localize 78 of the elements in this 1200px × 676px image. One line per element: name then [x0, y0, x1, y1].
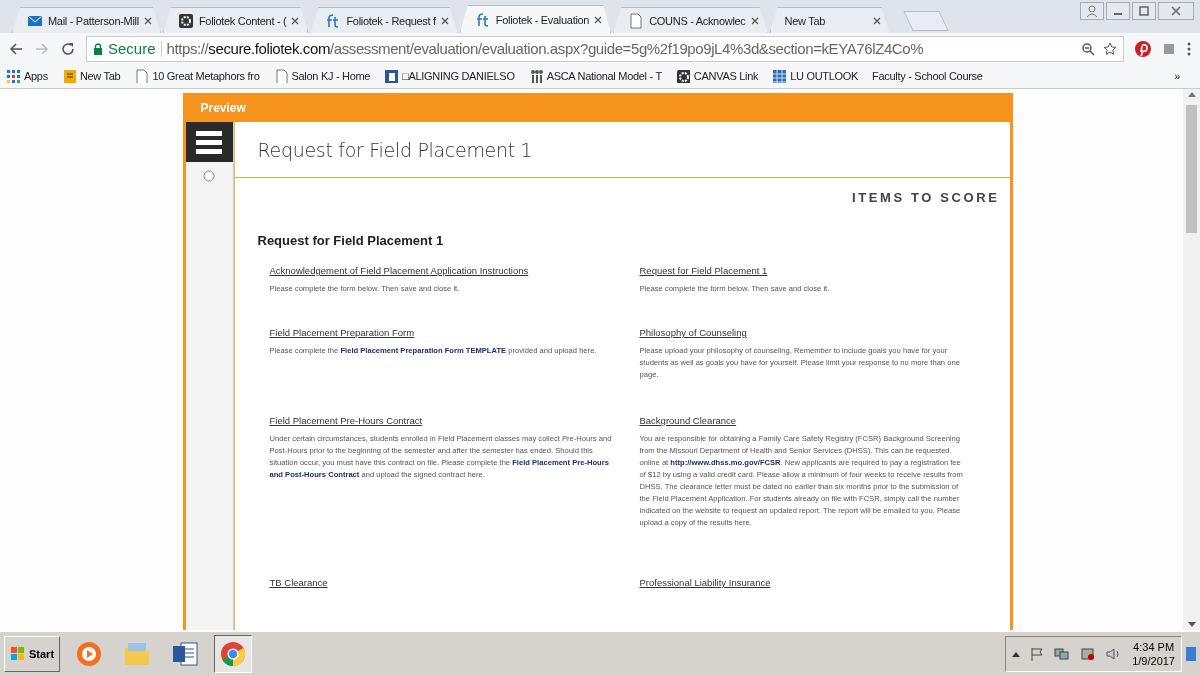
close-icon[interactable] — [143, 16, 152, 25]
scroll-down-icon[interactable] — [1187, 622, 1196, 627]
close-icon[interactable] — [750, 16, 759, 25]
people-icon — [528, 69, 543, 83]
item-link[interactable]: Acknowledgement of Field Placement Application Instructions — [269, 265, 529, 276]
network-icon[interactable] — [1054, 647, 1071, 661]
bookmark-item[interactable]: □ALIGNING DANIELSO — [384, 69, 515, 83]
close-icon[interactable] — [1158, 2, 1194, 20]
calendar-grid-icon — [772, 69, 787, 83]
section-title: Request for Field Placement 1 — [257, 233, 445, 248]
minimize-icon[interactable] — [1106, 2, 1130, 20]
scrollbar-thumb[interactable] — [1186, 105, 1197, 233]
play-circle-icon — [75, 640, 104, 668]
secure-label: Secure — [108, 40, 156, 57]
circle-icon[interactable] — [203, 170, 215, 182]
pin-logo-icon[interactable] — [1134, 39, 1152, 58]
browser-tab[interactable]: New Tab — [769, 7, 890, 33]
bookmark-item[interactable]: 10 Great Metaphors fro — [134, 69, 260, 83]
reload-icon[interactable] — [60, 40, 76, 57]
zoom-icon[interactable] — [1081, 41, 1095, 56]
ft-logo-icon — [474, 11, 491, 28]
bookmarks-overflow-button[interactable]: » — [1174, 70, 1194, 82]
page-title: Request for Field Placement 1 — [234, 122, 1010, 178]
browser-tab[interactable]: Foliotek Content - ( — [162, 7, 309, 33]
address-bar[interactable]: Secure https://secure.foliotek.com/assessment/evaluation/evaluation.aspx?guide=5g%2f19po9jL4%3d&section=kEYA76lZ4Co% — [86, 35, 1124, 62]
document-icon — [628, 12, 645, 29]
browser-tab[interactable]: Foliotek - Request f — [310, 7, 458, 33]
star-icon[interactable] — [1103, 41, 1117, 56]
gear-badge-icon — [177, 12, 194, 29]
item-link[interactable]: Request for Field Placement 1 — [639, 265, 768, 276]
preview-header: Preview — [199, 99, 247, 117]
menu-button[interactable] — [185, 122, 233, 162]
user-icon[interactable] — [1080, 2, 1104, 20]
item-link[interactable]: Field Placement Pre-Hours Contract — [269, 415, 423, 426]
item-link[interactable]: Professional Liability Insurance — [639, 577, 771, 588]
bookmark-item[interactable]: Apps — [6, 69, 48, 83]
lock-icon — [93, 42, 103, 55]
bookmark-item[interactable]: LU OUTLOOK — [772, 69, 859, 83]
extension-icon[interactable] — [1162, 41, 1176, 56]
bookmark-item[interactable]: Faculty - School Course — [872, 70, 983, 82]
folder-icon — [123, 640, 152, 668]
flag-icon[interactable] — [1030, 647, 1045, 661]
bookmark-item[interactable]: ASCA National Model - T — [528, 69, 662, 83]
scroll-up-icon[interactable] — [1187, 92, 1196, 97]
close-icon[interactable] — [440, 16, 449, 25]
gear-badge-icon — [675, 69, 690, 83]
item-link[interactable]: Philosophy of Counseling — [639, 327, 747, 338]
scrollbar[interactable] — [1183, 89, 1200, 630]
document-w-icon — [171, 640, 200, 668]
clock[interactable]: 4:34 PM 1/9/2017 — [1132, 640, 1175, 668]
chrome-logo-icon — [219, 640, 248, 668]
close-icon[interactable] — [291, 16, 300, 25]
bookmark-logo-icon — [384, 69, 399, 83]
item-link[interactable]: TB Clearance — [269, 577, 328, 588]
items-heading: ITEMS TO SCORE — [852, 190, 1000, 205]
close-icon[interactable] — [872, 16, 881, 25]
close-icon[interactable] — [594, 15, 603, 24]
item-link[interactable]: Field Placement Preparation Form — [269, 327, 415, 338]
start-button[interactable]: Start — [4, 636, 61, 672]
item-link[interactable]: Background Clearance — [639, 415, 737, 426]
url-text: https://secure.foliotek.com/assessment/evaluation/evaluation.aspx?guide=5g%2f19po9jL4%3d&section=kEYA76lZ4Co% — [166, 40, 924, 57]
browser-tab[interactable]: COUNS - Acknowlec — [613, 7, 768, 33]
document-icon — [134, 69, 149, 83]
browser-tab[interactable]: Mail - Patterson-Mill — [12, 7, 161, 33]
apps-grid-icon — [6, 69, 20, 83]
bookmark-item[interactable]: Salon KJ - Home — [273, 69, 371, 83]
bookmark-item[interactable]: CANVAS Link — [675, 69, 759, 83]
ribbon-icon — [61, 69, 76, 83]
browser-tab[interactable]: Foliotek - Evaluation — [459, 5, 612, 33]
chevron-up-icon[interactable] — [1012, 651, 1021, 657]
document-icon — [273, 69, 288, 83]
windows-logo-icon — [10, 646, 26, 662]
maximize-icon[interactable] — [1132, 2, 1156, 20]
back-arrow-icon[interactable] — [8, 40, 24, 57]
taskbar-app-button[interactable] — [214, 635, 253, 673]
menu-icon[interactable] — [1186, 40, 1192, 57]
bookmark-item[interactable]: New Tab — [61, 69, 121, 83]
menu-icon — [196, 130, 222, 154]
